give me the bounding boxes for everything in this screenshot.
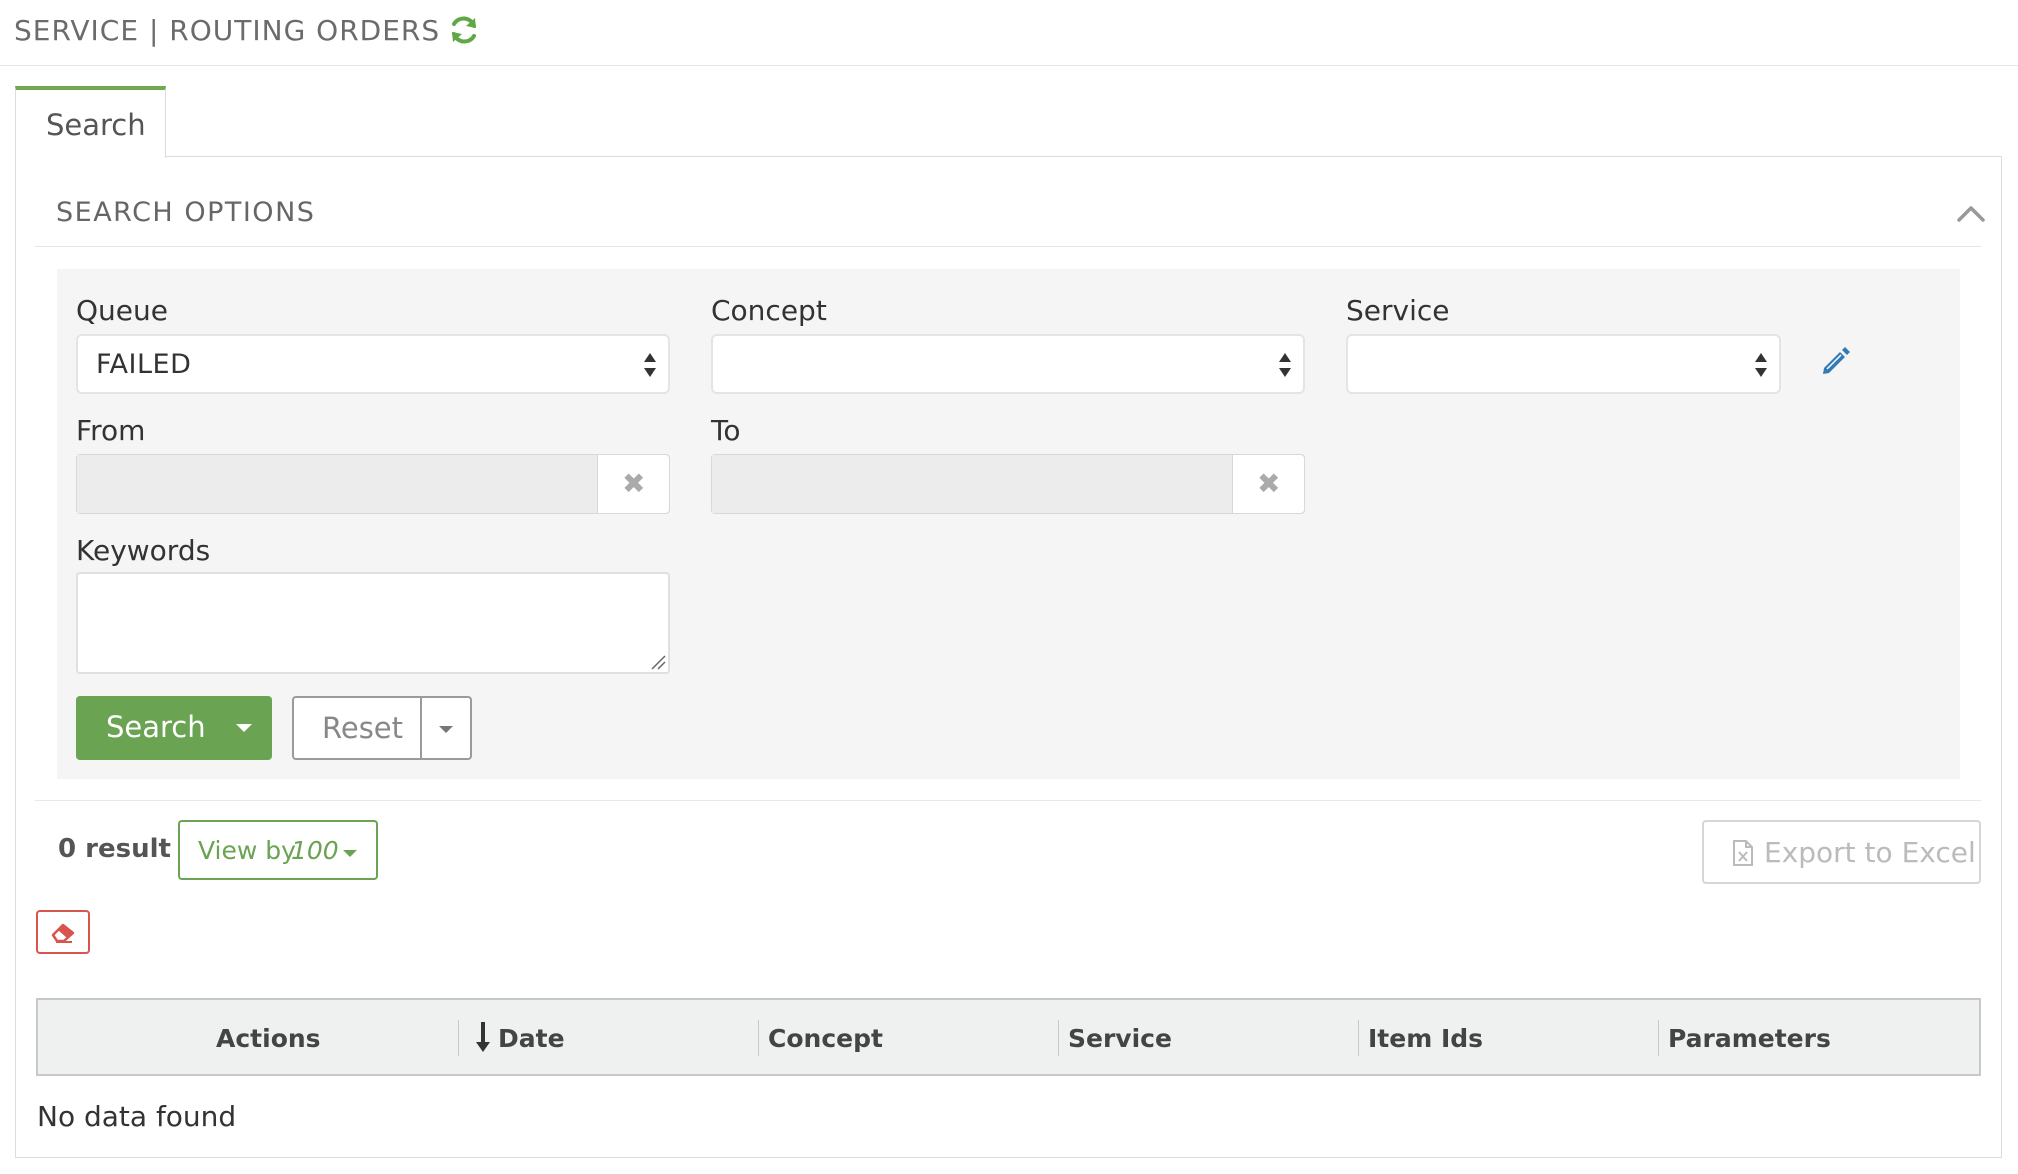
search-button-label: Search xyxy=(106,710,206,744)
divider xyxy=(35,800,1981,801)
search-options-header[interactable]: SEARCH OPTIONS xyxy=(35,180,1985,247)
export-to-excel-label: Export to Excel xyxy=(1764,836,1976,869)
concept-label: Concept xyxy=(711,294,827,327)
resize-grip-icon[interactable] xyxy=(650,654,666,670)
view-by-value: 100 xyxy=(291,836,339,865)
column-header-service[interactable]: Service xyxy=(1068,1024,1172,1053)
column-header-parameters[interactable]: Parameters xyxy=(1668,1024,1831,1053)
column-separator xyxy=(758,1020,759,1056)
keywords-label: Keywords xyxy=(76,534,211,567)
view-by-dropdown[interactable]: View by 100 xyxy=(178,820,378,880)
export-to-excel-button[interactable]: Export to Excel xyxy=(1702,820,1981,884)
file-excel-icon xyxy=(1733,840,1753,866)
to-date-input[interactable] xyxy=(712,455,1232,513)
column-separator xyxy=(1358,1020,1359,1056)
queue-select[interactable]: FAILED xyxy=(76,334,670,394)
pencil-icon[interactable] xyxy=(1818,344,1852,378)
clear-filters-button[interactable] xyxy=(36,910,90,954)
caret-down-icon[interactable] xyxy=(236,724,252,732)
queue-select-value: FAILED xyxy=(96,349,192,380)
column-header-actions[interactable]: Actions xyxy=(216,1024,321,1053)
close-icon: ✖ xyxy=(622,467,646,500)
from-date-input[interactable] xyxy=(77,455,597,513)
caret-down-icon xyxy=(439,726,453,733)
column-header-concept[interactable]: Concept xyxy=(768,1024,883,1053)
to-clear-button[interactable]: ✖ xyxy=(1232,455,1304,513)
search-options-title: SEARCH OPTIONS xyxy=(56,197,316,228)
eraser-icon xyxy=(51,923,75,943)
service-select[interactable] xyxy=(1346,334,1781,394)
from-label: From xyxy=(76,414,146,447)
from-clear-button[interactable]: ✖ xyxy=(597,455,669,513)
tab-search-label: Search xyxy=(46,108,146,142)
caret-down-icon xyxy=(343,850,357,857)
service-label: Service xyxy=(1346,294,1450,327)
from-date-group: ✖ xyxy=(76,454,670,514)
to-label: To xyxy=(711,414,741,447)
page-header: SERVICE | ROUTING ORDERS xyxy=(0,0,2018,66)
search-button[interactable]: Search xyxy=(76,696,272,760)
column-header-date[interactable]: Date xyxy=(498,1024,565,1053)
select-arrows-icon xyxy=(644,353,656,377)
page-title: SERVICE | ROUTING ORDERS xyxy=(14,14,441,47)
queue-label: Queue xyxy=(76,294,168,327)
concept-select[interactable] xyxy=(711,334,1305,394)
reset-button[interactable]: Reset xyxy=(292,696,422,760)
refresh-icon[interactable] xyxy=(448,14,480,46)
keywords-textarea[interactable] xyxy=(76,572,670,674)
to-date-group: ✖ xyxy=(711,454,1305,514)
column-separator xyxy=(1658,1020,1659,1056)
close-icon: ✖ xyxy=(1257,467,1281,500)
view-by-label: View by xyxy=(198,836,296,865)
results-table-header: Actions Date Concept Service Item Ids Pa… xyxy=(36,998,1981,1076)
result-count: 0 result xyxy=(58,834,171,864)
tab-search[interactable]: Search xyxy=(15,86,166,158)
select-arrows-icon xyxy=(1279,353,1291,377)
column-header-item-ids[interactable]: Item Ids xyxy=(1368,1024,1483,1053)
column-separator xyxy=(458,1020,459,1056)
reset-dropdown-button[interactable] xyxy=(420,696,472,760)
select-arrows-icon xyxy=(1755,353,1767,377)
column-separator xyxy=(1058,1020,1059,1056)
chevron-up-icon[interactable] xyxy=(1955,198,1987,228)
empty-table-message: No data found xyxy=(37,1100,237,1133)
sort-desc-icon[interactable] xyxy=(474,1020,492,1054)
reset-button-label: Reset xyxy=(322,711,404,745)
